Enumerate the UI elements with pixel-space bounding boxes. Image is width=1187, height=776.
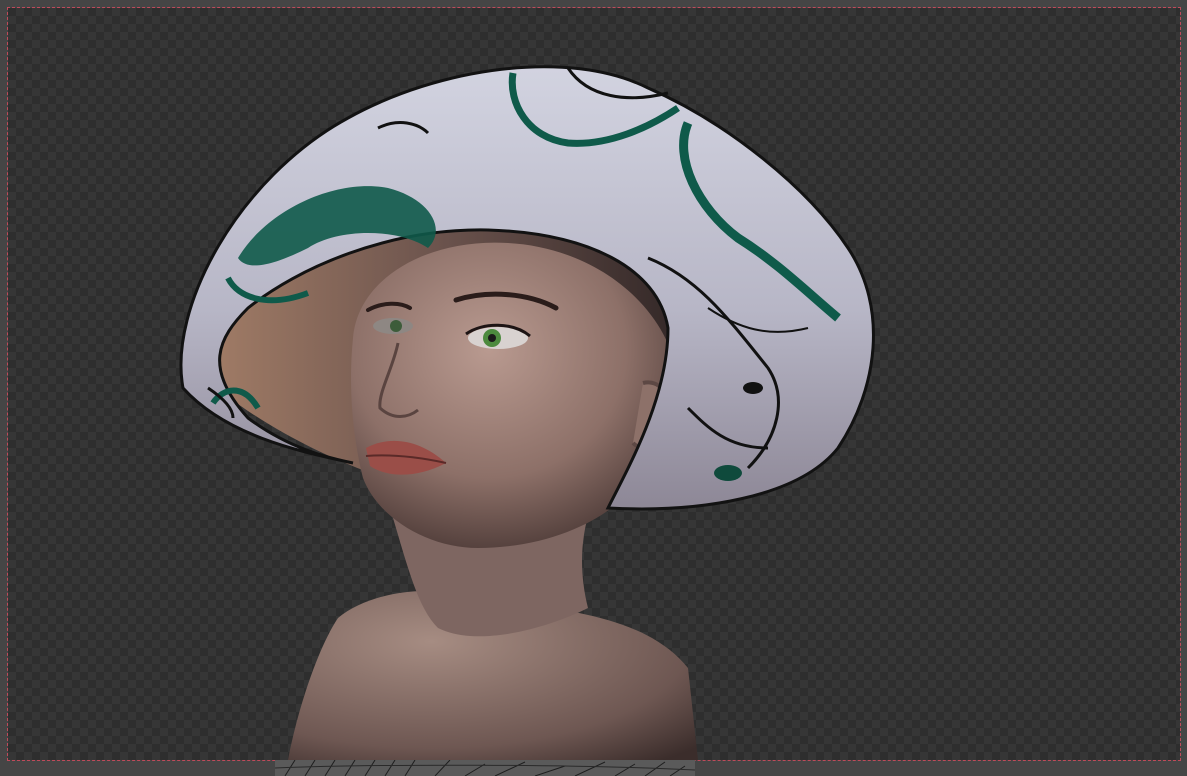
wireframe-overlay-strip [275, 760, 695, 776]
render-viewport[interactable] [0, 0, 1187, 776]
render-frame[interactable] [7, 7, 1181, 761]
rendered-image [179, 65, 875, 760]
